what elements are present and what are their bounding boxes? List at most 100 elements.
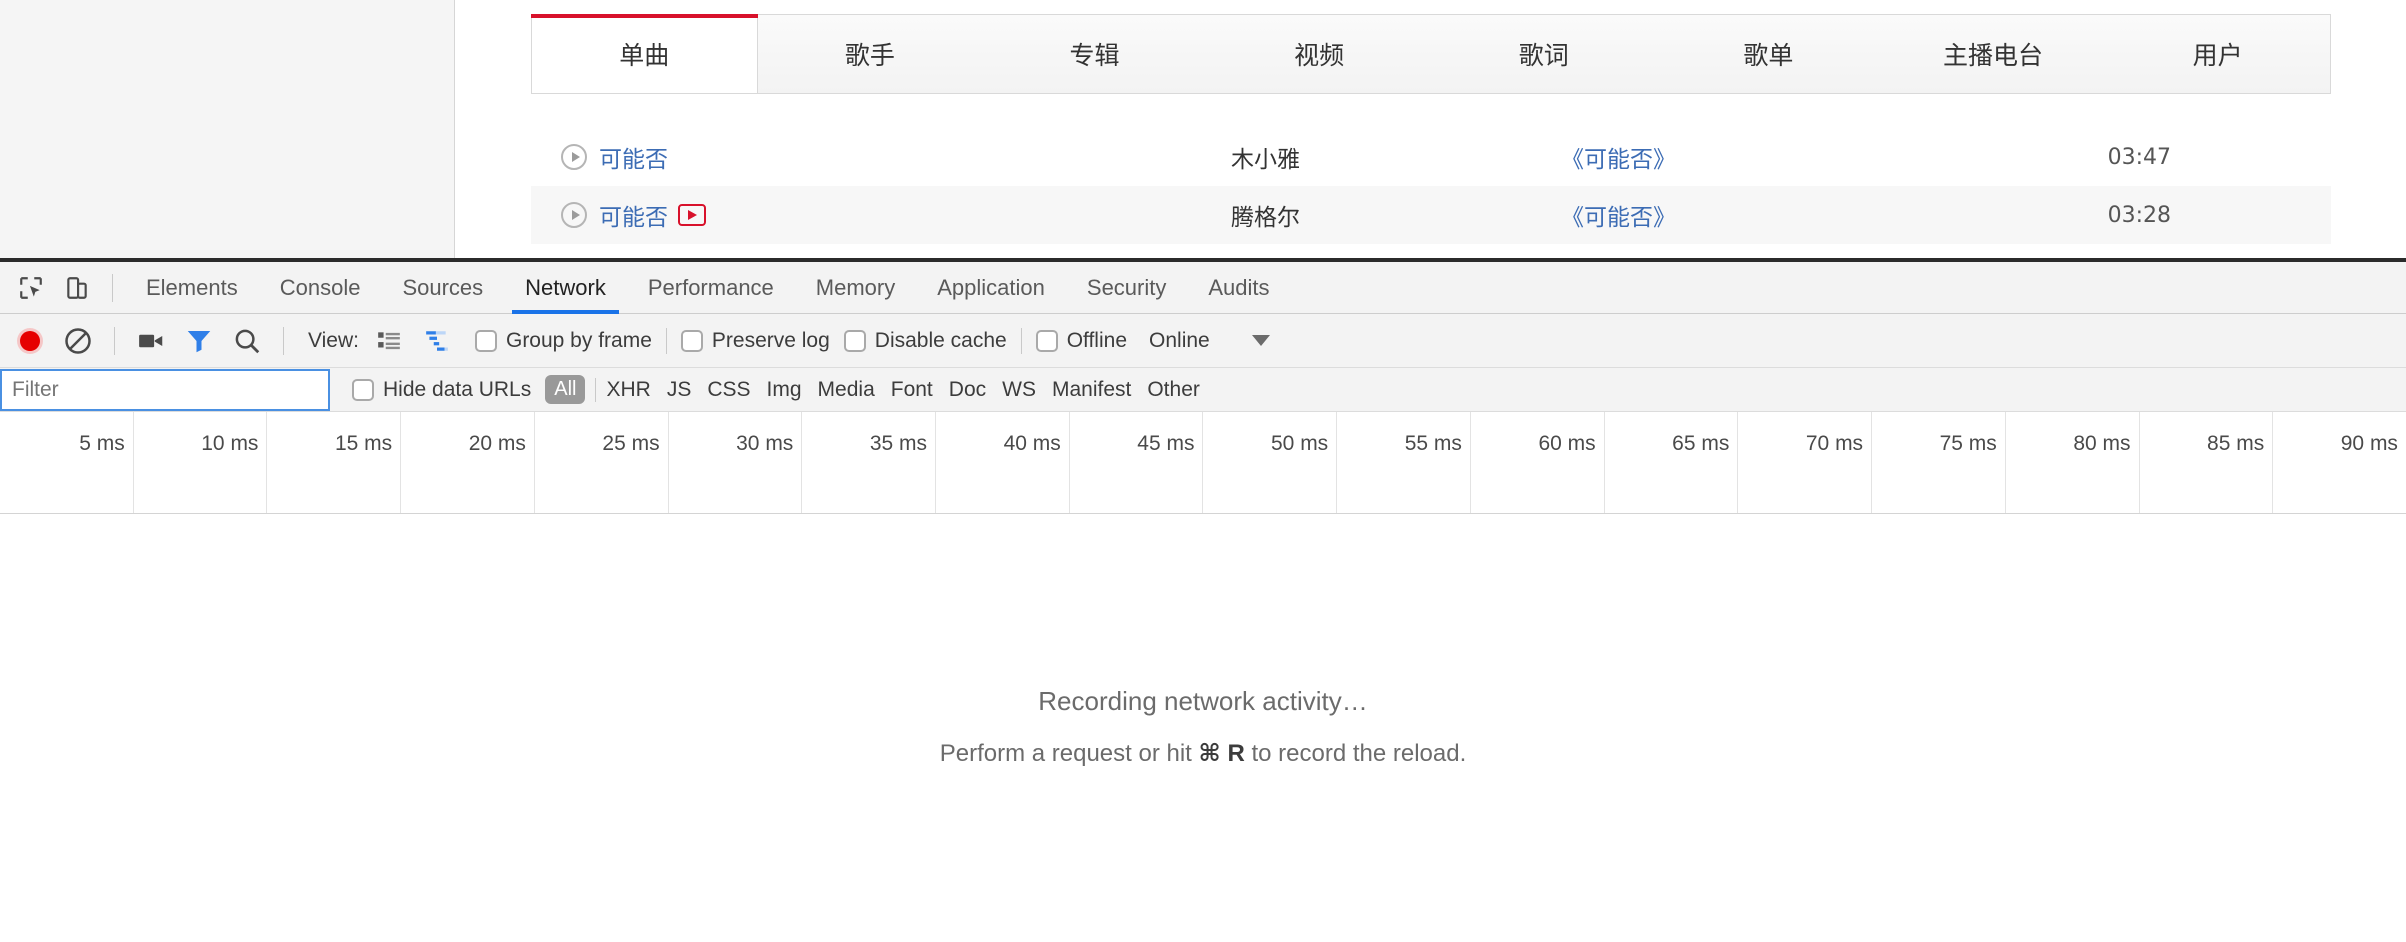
inspect-element-icon[interactable] bbox=[8, 265, 54, 311]
filter-type-css[interactable]: CSS bbox=[707, 378, 750, 402]
ruler-tick: 55 ms bbox=[1337, 412, 1471, 513]
view-label: View: bbox=[308, 328, 359, 352]
empty-state: Recording network activity… Perform a re… bbox=[0, 514, 2406, 939]
page-tab-lyrics[interactable]: 歌词 bbox=[1432, 15, 1657, 93]
ruler-tick-label: 70 ms bbox=[1805, 432, 1864, 455]
chevron-down-icon[interactable] bbox=[1251, 335, 1270, 346]
page-tab-playlists[interactable]: 歌单 bbox=[1656, 15, 1881, 93]
empty-state-title: Recording network activity… bbox=[1038, 685, 1368, 716]
tab-label: Memory bbox=[815, 274, 896, 300]
ruler-tick: 60 ms bbox=[1471, 412, 1605, 513]
tab-network[interactable]: Network bbox=[504, 262, 627, 314]
camera-icon[interactable] bbox=[127, 317, 175, 365]
group-by-frame-checkbox[interactable] bbox=[474, 329, 497, 352]
ruler-tick: 30 ms bbox=[669, 412, 803, 513]
ruler-tick: 5 ms bbox=[0, 412, 134, 513]
page-tab-singles[interactable]: 单曲 bbox=[531, 14, 758, 93]
page-left-gutter bbox=[0, 0, 455, 258]
play-icon[interactable] bbox=[561, 144, 587, 170]
preserve-log-checkbox[interactable] bbox=[680, 329, 703, 352]
tab-elements[interactable]: Elements bbox=[125, 262, 259, 314]
filter-type-ws[interactable]: WS bbox=[1002, 378, 1036, 402]
tab-performance[interactable]: Performance bbox=[627, 262, 795, 314]
ruler-tick: 65 ms bbox=[1605, 412, 1739, 513]
divider bbox=[665, 327, 667, 354]
tab-label: Console bbox=[279, 274, 361, 300]
song-artist[interactable]: 腾格尔 bbox=[1231, 198, 1561, 232]
page-tab-users[interactable]: 用户 bbox=[2105, 15, 2330, 93]
page-tab-videos[interactable]: 视频 bbox=[1207, 15, 1432, 93]
filter-type-xhr[interactable]: XHR bbox=[606, 378, 650, 402]
song-album[interactable]: 《可能否》 bbox=[1561, 198, 1941, 232]
ruler-tick: 15 ms bbox=[267, 412, 402, 513]
tab-label: Elements bbox=[146, 274, 238, 300]
filter-type-manifest[interactable]: Manifest bbox=[1052, 378, 1131, 402]
play-icon[interactable] bbox=[561, 202, 587, 228]
ruler-tick: 90 ms bbox=[2273, 412, 2406, 513]
clear-icon[interactable] bbox=[54, 317, 102, 365]
tab-console[interactable]: Console bbox=[259, 262, 382, 314]
song-duration: 03:28 bbox=[2107, 202, 2171, 228]
device-toolbar-icon[interactable] bbox=[54, 265, 100, 311]
offline-checkbox[interactable] bbox=[1035, 329, 1058, 352]
hide-data-urls-label: Hide data URLs bbox=[383, 377, 532, 401]
page-tab-label: 用户 bbox=[2192, 41, 2243, 70]
tab-label: Audits bbox=[1208, 274, 1270, 300]
ruler-tick-label: 85 ms bbox=[2207, 432, 2265, 455]
filter-type-img[interactable]: Img bbox=[767, 378, 802, 402]
ruler-tick-label: 75 ms bbox=[1939, 432, 1997, 455]
list-view-icon[interactable] bbox=[365, 317, 413, 365]
empty-state-hint: Perform a request or hit ⌘ R to record t… bbox=[940, 739, 1467, 768]
song-title[interactable]: 可能否 bbox=[599, 140, 668, 174]
page-tab-label: 歌词 bbox=[1518, 41, 1569, 70]
network-request-list: Recording network activity… Perform a re… bbox=[0, 514, 2406, 939]
ruler-tick-label: 15 ms bbox=[334, 432, 393, 455]
tab-sources[interactable]: Sources bbox=[381, 262, 504, 314]
filter-type-other[interactable]: Other bbox=[1147, 378, 1200, 402]
tab-memory[interactable]: Memory bbox=[795, 262, 916, 314]
offline-label: Offline bbox=[1066, 328, 1128, 352]
search-result-tabbar[interactable]: 单曲 歌手 专辑 视频 歌词 歌单 主播电台 用户 bbox=[531, 14, 2331, 94]
group-by-frame-label: Group by frame bbox=[505, 328, 652, 352]
ruler-tick-label: 50 ms bbox=[1271, 432, 1329, 455]
ruler-tick: 20 ms bbox=[401, 412, 535, 513]
ruler-tick: 75 ms bbox=[1872, 412, 2006, 513]
record-icon[interactable] bbox=[6, 317, 54, 365]
ruler-tick-label: 10 ms bbox=[201, 432, 259, 455]
filter-type-media[interactable]: Media bbox=[818, 378, 875, 402]
ruler-tick-label: 25 ms bbox=[602, 432, 660, 455]
ruler-tick: 80 ms bbox=[2006, 412, 2140, 513]
tab-label: Security bbox=[1086, 274, 1167, 300]
network-timeline-ruler[interactable]: 5 ms 10 ms 15 ms 20 ms 25 ms 30 ms 35 ms… bbox=[0, 412, 2406, 514]
tab-audits[interactable]: Audits bbox=[1187, 262, 1290, 314]
disable-cache-checkbox[interactable] bbox=[843, 329, 866, 352]
table-row[interactable]: 可能否 木小雅 《可能否》 03:47 bbox=[531, 128, 2331, 186]
filter-type-js[interactable]: JS bbox=[667, 378, 692, 402]
filter-type-doc[interactable]: Doc bbox=[949, 378, 986, 402]
hide-data-urls-checkbox[interactable] bbox=[352, 378, 374, 401]
filter-type-all[interactable]: All bbox=[545, 375, 586, 404]
preserve-log-label: Preserve log bbox=[711, 328, 830, 352]
ruler-tick: 10 ms bbox=[134, 412, 268, 513]
filter-type-font[interactable]: Font bbox=[891, 378, 933, 402]
song-title-cell: 可能否 bbox=[531, 198, 1231, 232]
page-tab-radio[interactable]: 主播电台 bbox=[1881, 15, 2106, 93]
page-tab-albums[interactable]: 专辑 bbox=[982, 15, 1207, 93]
waterfall-view-icon[interactable] bbox=[413, 317, 461, 365]
mv-badge-icon[interactable] bbox=[678, 204, 706, 226]
song-artist[interactable]: 木小雅 bbox=[1231, 140, 1561, 174]
tab-security[interactable]: Security bbox=[1066, 262, 1187, 314]
divider bbox=[283, 326, 284, 355]
song-album[interactable]: 《可能否》 bbox=[1561, 140, 1941, 174]
disable-cache-label: Disable cache bbox=[874, 328, 1007, 352]
filter-funnel-icon[interactable] bbox=[175, 317, 223, 365]
search-icon[interactable] bbox=[223, 317, 271, 365]
throttling-select-value[interactable]: Online bbox=[1149, 329, 1210, 353]
ruler-tick: 70 ms bbox=[1738, 412, 1873, 513]
page-tab-label: 单曲 bbox=[619, 41, 670, 70]
page-tab-artists[interactable]: 歌手 bbox=[758, 15, 983, 93]
tab-application[interactable]: Application bbox=[916, 262, 1066, 314]
song-title[interactable]: 可能否 bbox=[599, 198, 668, 232]
filter-input[interactable] bbox=[0, 368, 330, 411]
table-row[interactable]: 可能否 腾格尔 《可能否》 03:28 bbox=[531, 186, 2331, 244]
